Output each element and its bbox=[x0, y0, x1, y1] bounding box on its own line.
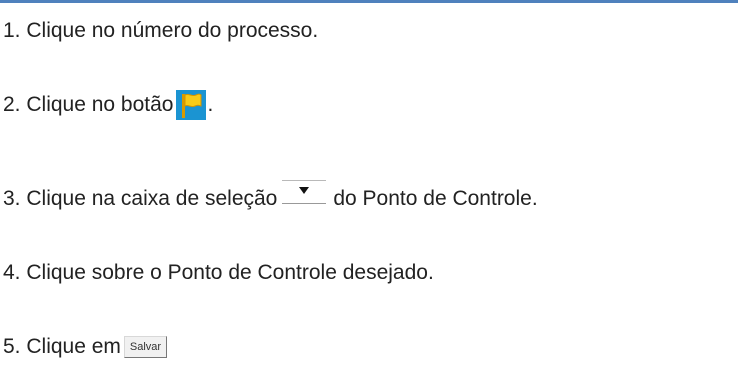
step-number: 5. bbox=[3, 335, 21, 358]
step-number: 1. bbox=[3, 19, 21, 42]
select-top-border bbox=[282, 180, 327, 181]
step-number: 4. bbox=[3, 261, 21, 284]
step-text: Clique no botão bbox=[26, 93, 174, 116]
step-text: Clique sobre o Ponto de Controle desejad… bbox=[26, 261, 434, 284]
flag-button[interactable] bbox=[176, 90, 207, 120]
step-text: Clique na caixa de seleção bbox=[26, 187, 278, 210]
select-dropdown[interactable] bbox=[280, 180, 328, 204]
flag-icon bbox=[182, 93, 202, 118]
select-bottom-border bbox=[282, 203, 327, 204]
instruction-step-4: 4. Clique sobre o Ponto de Controle dese… bbox=[3, 256, 434, 290]
step-number: 2. bbox=[3, 93, 21, 116]
dropdown-arrow-icon bbox=[299, 187, 310, 194]
step-text-end: do Ponto de Controle. bbox=[333, 187, 538, 210]
save-button[interactable]: Salvar bbox=[123, 336, 168, 358]
step-text: Clique no número do processo. bbox=[26, 19, 319, 42]
step-text-end: . bbox=[207, 93, 214, 116]
step-text: Clique em bbox=[26, 335, 121, 358]
instruction-step-1: 1. Clique no número do processo. bbox=[3, 14, 318, 48]
instruction-step-3: 3. Clique na caixa de seleção do Ponto d… bbox=[3, 180, 538, 216]
instruction-step-2: 2. Clique no botão . bbox=[3, 88, 213, 122]
step-number: 3. bbox=[3, 187, 21, 210]
instruction-step-5: 5. Clique em Salvar bbox=[3, 330, 168, 364]
top-rule bbox=[0, 0, 738, 3]
